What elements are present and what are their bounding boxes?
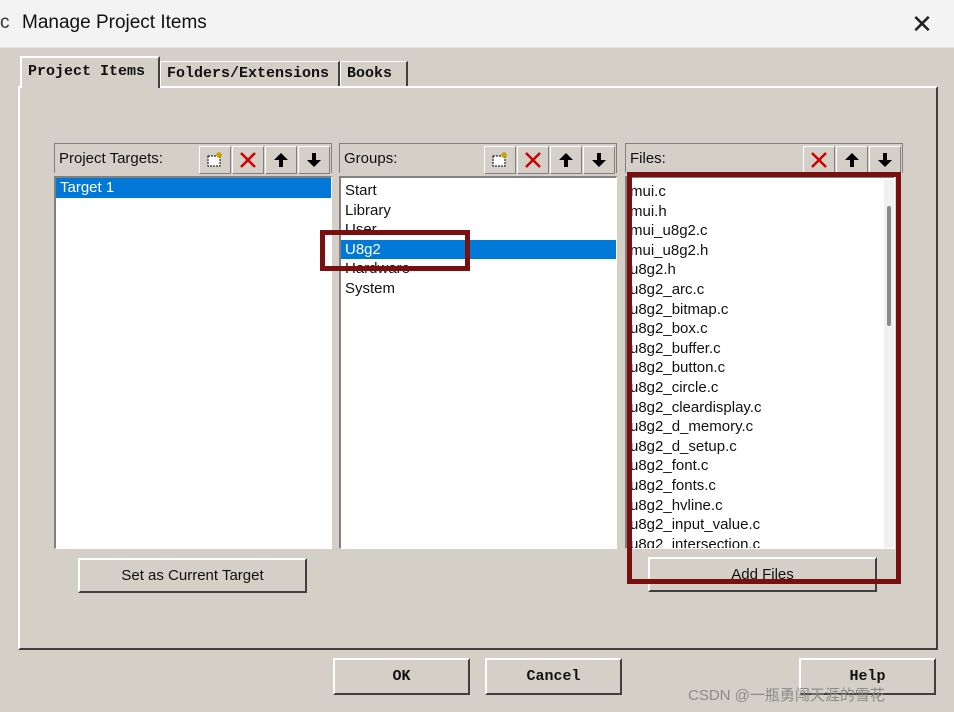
delete-icon xyxy=(525,152,541,168)
move-down-icon xyxy=(592,153,606,167)
highlight-box-group xyxy=(320,230,470,271)
move-target-down-button[interactable] xyxy=(298,146,330,174)
list-item-group[interactable]: System xyxy=(341,279,616,299)
move-file-down-button[interactable] xyxy=(869,146,901,174)
list-item-group[interactable]: Start xyxy=(341,181,616,201)
targets-list[interactable]: Target 1 xyxy=(54,176,332,549)
list-item-group[interactable]: Library xyxy=(341,201,616,221)
project-targets-header: Project Targets: xyxy=(54,143,332,174)
move-group-up-button[interactable] xyxy=(550,146,582,174)
new-target-button[interactable] xyxy=(199,146,231,174)
new-group-button[interactable] xyxy=(484,146,516,174)
new-item-icon xyxy=(207,152,222,167)
delete-file-button[interactable] xyxy=(803,146,835,174)
move-down-icon xyxy=(878,153,892,167)
delete-icon xyxy=(811,152,827,168)
watermark-text: CSDN @一瓶勇闯天涯的雪花 xyxy=(688,687,885,704)
new-item-icon xyxy=(492,152,507,167)
highlight-box-files xyxy=(627,172,901,584)
tab-project-items[interactable]: Project Items xyxy=(20,56,160,88)
groups-label: Groups: xyxy=(344,150,398,167)
window-title: Manage Project Items xyxy=(22,12,207,33)
move-down-icon xyxy=(307,153,321,167)
close-button[interactable]: ✕ xyxy=(900,6,944,42)
project-targets-label: Project Targets: xyxy=(59,150,163,167)
ok-button[interactable]: OK xyxy=(333,658,470,695)
cancel-button[interactable]: Cancel xyxy=(485,658,622,695)
files-header: Files: xyxy=(625,143,903,174)
set-current-target-button[interactable]: Set as Current Target xyxy=(78,558,307,593)
delete-icon xyxy=(240,152,256,168)
window-edge-glyph: c xyxy=(0,12,10,33)
tab-books[interactable]: Books xyxy=(340,61,408,87)
list-item-target[interactable]: Target 1 xyxy=(56,178,331,198)
move-up-icon xyxy=(845,153,859,167)
delete-group-button[interactable] xyxy=(517,146,549,174)
tab-folders-extensions[interactable]: Folders/Extensions xyxy=(160,61,340,87)
files-label: Files: xyxy=(630,150,666,167)
delete-target-button[interactable] xyxy=(232,146,264,174)
move-target-up-button[interactable] xyxy=(265,146,297,174)
move-file-up-button[interactable] xyxy=(836,146,868,174)
move-group-down-button[interactable] xyxy=(583,146,615,174)
move-up-icon xyxy=(274,153,288,167)
groups-header: Groups: xyxy=(339,143,617,174)
move-up-icon xyxy=(559,153,573,167)
